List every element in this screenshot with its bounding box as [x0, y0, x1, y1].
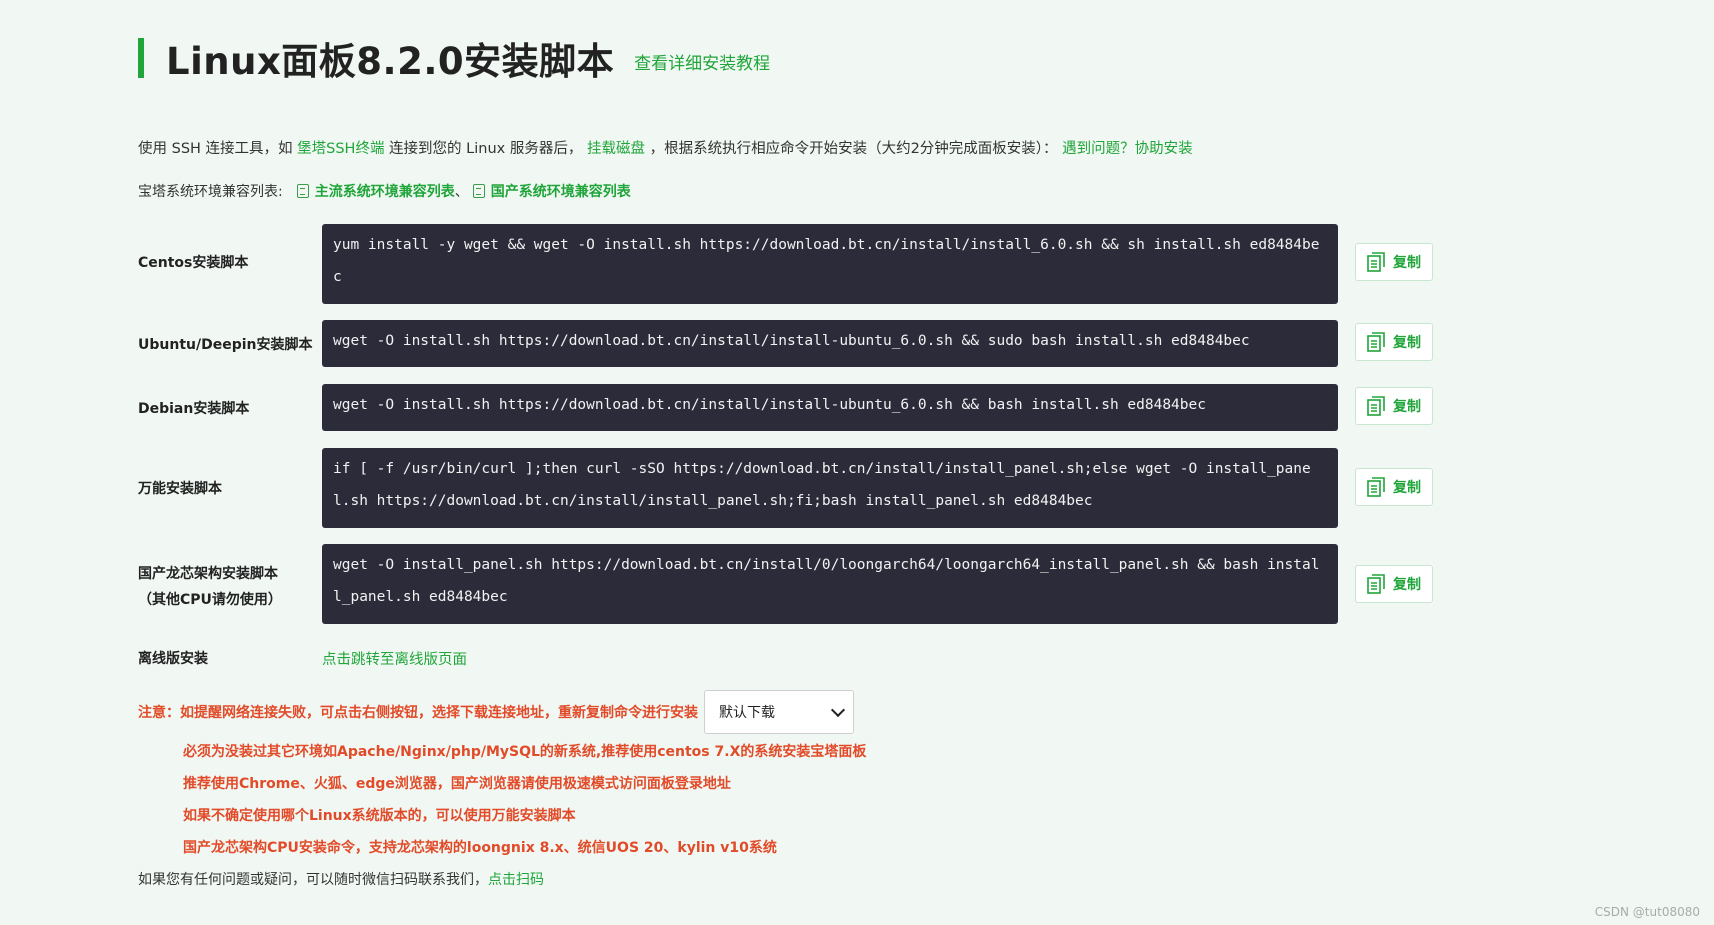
- scan-qr-link[interactable]: 点击扫码: [488, 872, 544, 888]
- copy-button[interactable]: 复制: [1355, 243, 1433, 281]
- copy-icon: [1367, 574, 1385, 594]
- copy-button[interactable]: 复制: [1355, 387, 1433, 425]
- compat-label: 宝塔系统环境兼容列表:: [138, 184, 283, 200]
- copy-label: 复制: [1393, 255, 1421, 271]
- spreadsheet-icon: [472, 184, 485, 198]
- intro-text: 使用 SSH 连接工具，如 堡塔SSH终端 连接到您的 Linux 服务器后， …: [138, 137, 1193, 158]
- compat-separator: 、: [454, 184, 469, 200]
- page-title: Linux面板8.2.0安装脚本: [166, 40, 615, 83]
- copy-icon: [1367, 252, 1385, 272]
- script-label: 万能安装脚本: [138, 481, 222, 497]
- tutorial-link[interactable]: 查看详细安装教程: [634, 49, 770, 74]
- help-install-link[interactable]: 遇到问题？协助安装: [1062, 141, 1193, 157]
- mainstream-compat-label: 主流系统环境兼容列表: [314, 184, 455, 200]
- footer-contact: 如果您有任何问题或疑问，可以随时微信扫码联系我们，点击扫码: [138, 869, 544, 889]
- network-notice: 注意：如提醒网络连接失败，可点击右侧按钮，选择下载连接地址，重新复制命令进行安装…: [138, 690, 854, 734]
- intro-part-2: 连接到您的 Linux 服务器后，: [384, 141, 587, 157]
- copy-button[interactable]: 复制: [1355, 565, 1433, 603]
- script-label: Centos安装脚本: [138, 255, 249, 271]
- download-source-value: 默认下载: [719, 705, 775, 721]
- copy-label: 复制: [1393, 399, 1421, 415]
- script-command[interactable]: wget -O install_panel.sh https://downloa…: [322, 544, 1338, 624]
- script-label-line2: （其他CPU请勿使用）: [138, 592, 282, 608]
- title-accent-bar: [138, 38, 144, 78]
- script-label: Debian安装脚本: [138, 401, 250, 417]
- script-label: 国产龙芯架构安装脚本 （其他CPU请勿使用）: [138, 561, 282, 613]
- script-command[interactable]: wget -O install.sh https://download.bt.c…: [322, 384, 1338, 431]
- intro-part-3: ，根据系统执行相应命令开始安装（大约2分钟完成面板安装）：: [644, 141, 1063, 157]
- script-command[interactable]: yum install -y wget && wget -O install.s…: [322, 224, 1338, 304]
- notice-text: 注意：如提醒网络连接失败，可点击右侧按钮，选择下载连接地址，重新复制命令进行安装: [138, 705, 698, 721]
- script-command[interactable]: if [ -f /usr/bin/curl ];then curl -sSO h…: [322, 448, 1338, 528]
- watermark: CSDN @tut08080: [1594, 905, 1700, 919]
- spreadsheet-icon: [296, 184, 309, 198]
- tip-item: 推荐使用Chrome、火狐、edge浏览器，国产浏览器请使用极速模式访问面板登录…: [183, 776, 731, 792]
- mount-disk-link[interactable]: 挂载磁盘: [587, 141, 645, 157]
- copy-button[interactable]: 复制: [1355, 468, 1433, 506]
- copy-label: 复制: [1393, 335, 1421, 351]
- domestic-compat-link[interactable]: 国产系统环境兼容列表: [469, 181, 631, 201]
- page-header: Linux面板8.2.0安装脚本 查看详细安装教程: [138, 36, 770, 83]
- copy-label: 复制: [1393, 577, 1421, 593]
- chevron-down-icon: [830, 702, 846, 717]
- domestic-compat-label: 国产系统环境兼容列表: [490, 184, 631, 200]
- copy-icon: [1367, 477, 1385, 497]
- intro-part-1: 使用 SSH 连接工具，如: [138, 141, 298, 157]
- copy-icon: [1367, 396, 1385, 416]
- compat-list: 宝塔系统环境兼容列表: 主流系统环境兼容列表、 国产系统环境兼容列表: [138, 181, 631, 201]
- offline-page-link[interactable]: 点击跳转至离线版页面: [322, 648, 467, 669]
- copy-label: 复制: [1393, 480, 1421, 496]
- tip-item: 国产龙芯架构CPU安装命令，支持龙芯架构的loongnix 8.x、统信UOS …: [183, 840, 777, 856]
- script-command[interactable]: wget -O install.sh https://download.bt.c…: [322, 320, 1338, 367]
- copy-icon: [1367, 332, 1385, 352]
- script-label: Ubuntu/Deepin安装脚本: [138, 337, 313, 353]
- offline-label: 离线版安装: [138, 651, 208, 667]
- copy-button[interactable]: 复制: [1355, 323, 1433, 361]
- mainstream-compat-link[interactable]: 主流系统环境兼容列表: [283, 181, 455, 201]
- footer-text: 如果您有任何问题或疑问，可以随时微信扫码联系我们，: [138, 872, 488, 888]
- ssh-terminal-link[interactable]: 堡塔SSH终端: [297, 141, 384, 157]
- tip-item: 如果不确定使用哪个Linux系统版本的，可以使用万能安装脚本: [183, 808, 576, 824]
- download-source-select[interactable]: 默认下载: [704, 690, 854, 734]
- tip-item: 必须为没装过其它环境如Apache/Nginx/php/MySQL的新系统,推荐…: [183, 744, 867, 760]
- script-label-line1: 国产龙芯架构安装脚本: [138, 566, 278, 582]
